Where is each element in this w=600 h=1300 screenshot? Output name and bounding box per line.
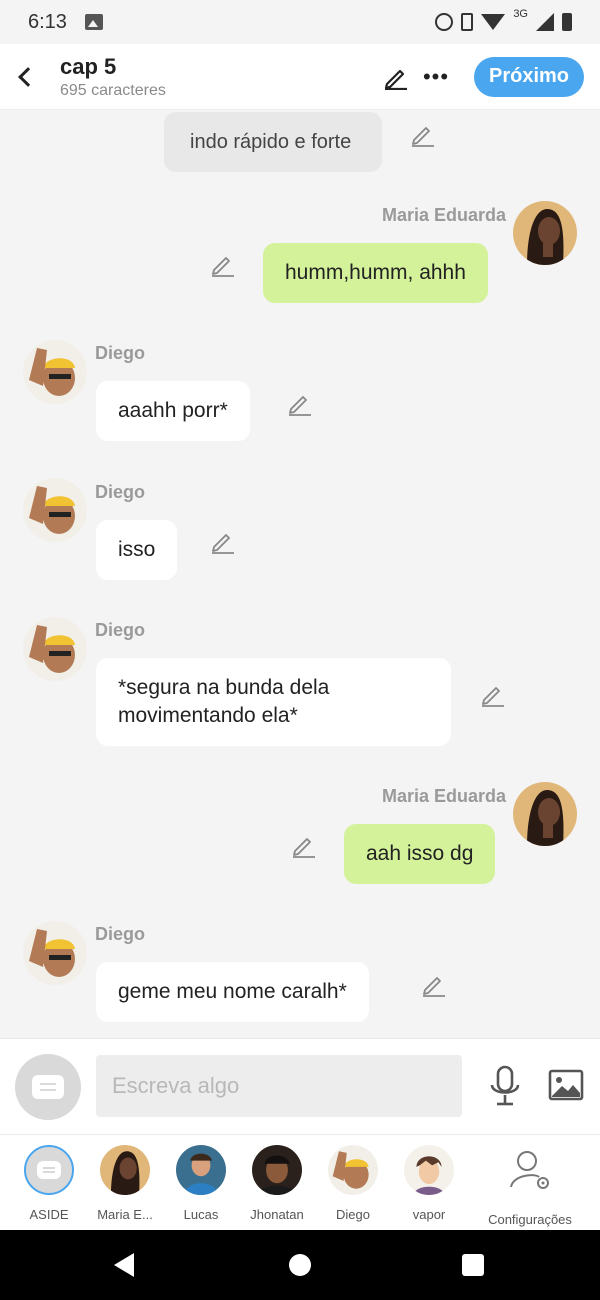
character-name: Jhonatan <box>250 1207 304 1222</box>
next-button[interactable]: Próximo <box>474 56 584 97</box>
nav-back-icon[interactable] <box>114 1253 134 1277</box>
composer-bar <box>0 1038 600 1134</box>
avatar-lucas <box>176 1145 226 1195</box>
settings-label: Configurações <box>488 1212 572 1227</box>
pencil-icon[interactable] <box>210 252 236 278</box>
message-bubble-incoming[interactable]: geme meu nome caralh* <box>96 962 369 1022</box>
avatar-image <box>23 617 87 681</box>
avatar-image <box>252 1145 302 1195</box>
pencil-icon <box>384 69 407 90</box>
character-name: Diego <box>336 1207 370 1222</box>
avatar-maria[interactable] <box>513 201 577 265</box>
character-maria[interactable]: Maria E... <box>87 1145 163 1222</box>
chat-header: cap 5 695 caracteres ••• Próximo <box>0 44 600 110</box>
sender-name: Diego <box>95 620 146 640</box>
status-time: 6:13 <box>28 10 67 33</box>
system-nav-bar <box>0 1230 600 1300</box>
status-icons: 3G <box>435 8 572 31</box>
gallery-notification-icon <box>84 14 103 30</box>
avatar-image <box>513 782 577 846</box>
avatar-jhonatan <box>252 1145 302 1195</box>
message-line: *segura na bunda dela <box>118 676 330 699</box>
battery-icon <box>562 13 572 31</box>
back-button[interactable] <box>2 47 48 107</box>
wifi-icon <box>481 14 506 30</box>
message-bubble-incoming[interactable]: *segura na bunda dela movimentando ela* <box>96 658 451 746</box>
message-bubble-incoming[interactable]: aaahh porr* <box>96 381 250 441</box>
nav-recents-icon[interactable] <box>462 1254 484 1276</box>
more-icon: ••• <box>422 63 450 89</box>
avatar-image <box>100 1145 150 1195</box>
chat-area[interactable]: indo rápido e forte Maria Eduarda humm,h… <box>0 110 600 1038</box>
avatar-maria[interactable] <box>513 782 577 846</box>
status-bar: 6:13 3G <box>0 0 600 44</box>
avatar-image <box>176 1145 226 1195</box>
edit-title-button[interactable] <box>380 61 412 93</box>
avatar-diego <box>328 1145 378 1195</box>
chat-title: cap 5 <box>60 53 117 79</box>
sender-name: Maria Eduarda <box>382 205 507 225</box>
alarm-icon <box>435 13 454 31</box>
character-name: Maria E... <box>97 1207 153 1222</box>
message-bubble-incoming[interactable]: isso <box>96 520 178 580</box>
pencil-icon[interactable] <box>287 391 313 417</box>
avatar-diego[interactable] <box>23 921 87 985</box>
avatar-diego[interactable] <box>23 478 87 542</box>
pencil-icon[interactable] <box>421 972 447 998</box>
character-diego[interactable]: Diego <box>315 1145 391 1222</box>
avatar-diego[interactable] <box>23 617 87 681</box>
character-count: 695 caracteres <box>60 81 166 99</box>
pencil-icon[interactable] <box>410 122 436 148</box>
character-aside[interactable]: ASIDE <box>11 1145 87 1222</box>
avatar-image <box>513 201 577 265</box>
avatar-image <box>23 478 87 542</box>
character-lucas[interactable]: Lucas <box>163 1145 239 1222</box>
avatar-image <box>23 921 87 985</box>
message-bubble-outgoing[interactable]: humm,humm, ahhh <box>263 243 488 303</box>
message-bubble-outgoing[interactable]: aah isso dg <box>344 824 496 884</box>
sender-name: Diego <box>95 343 146 363</box>
avatar-image <box>23 340 87 404</box>
sender-name: Maria Eduarda <box>382 786 507 806</box>
aside-icon <box>37 1161 61 1179</box>
title-block: cap 5 695 caracteres <box>60 54 166 100</box>
system-message[interactable]: indo rápido e forte <box>164 112 382 172</box>
nav-home-icon[interactable] <box>289 1254 311 1276</box>
aside-icon <box>32 1075 64 1099</box>
more-button[interactable]: ••• <box>418 61 454 93</box>
pencil-icon[interactable] <box>291 833 317 859</box>
character-vapor[interactable]: vapor <box>391 1145 467 1222</box>
vibrate-icon <box>461 13 474 31</box>
character-name: vapor <box>412 1207 446 1222</box>
image-icon[interactable] <box>548 1069 584 1101</box>
aside-avatar <box>24 1145 74 1195</box>
avatar-vapor <box>404 1145 454 1195</box>
character-name: Lucas <box>183 1207 219 1222</box>
avatar-diego[interactable] <box>23 340 87 404</box>
pencil-icon[interactable] <box>210 529 236 555</box>
avatar-image <box>328 1145 378 1195</box>
sender-name: Diego <box>95 924 146 944</box>
avatar-image <box>404 1145 454 1195</box>
network-type: 3G <box>513 8 528 20</box>
back-arrow-icon <box>18 66 38 87</box>
character-bar: ASIDE Maria E... Lucas Jhonatan Diego va… <box>0 1134 600 1230</box>
microphone-icon[interactable] <box>488 1065 522 1107</box>
message-input[interactable] <box>96 1055 462 1117</box>
avatar-maria <box>100 1145 150 1195</box>
pencil-icon[interactable] <box>480 682 506 708</box>
signal-icon <box>536 13 554 31</box>
aside-toggle-button[interactable] <box>15 1054 81 1120</box>
character-name: ASIDE <box>29 1207 69 1222</box>
message-line: movimentando ela* <box>118 704 298 727</box>
character-jhonatan[interactable]: Jhonatan <box>239 1145 315 1222</box>
settings-user-icon <box>510 1151 549 1189</box>
sender-name: Diego <box>95 482 146 502</box>
settings-button[interactable]: Configurações <box>482 1145 578 1227</box>
